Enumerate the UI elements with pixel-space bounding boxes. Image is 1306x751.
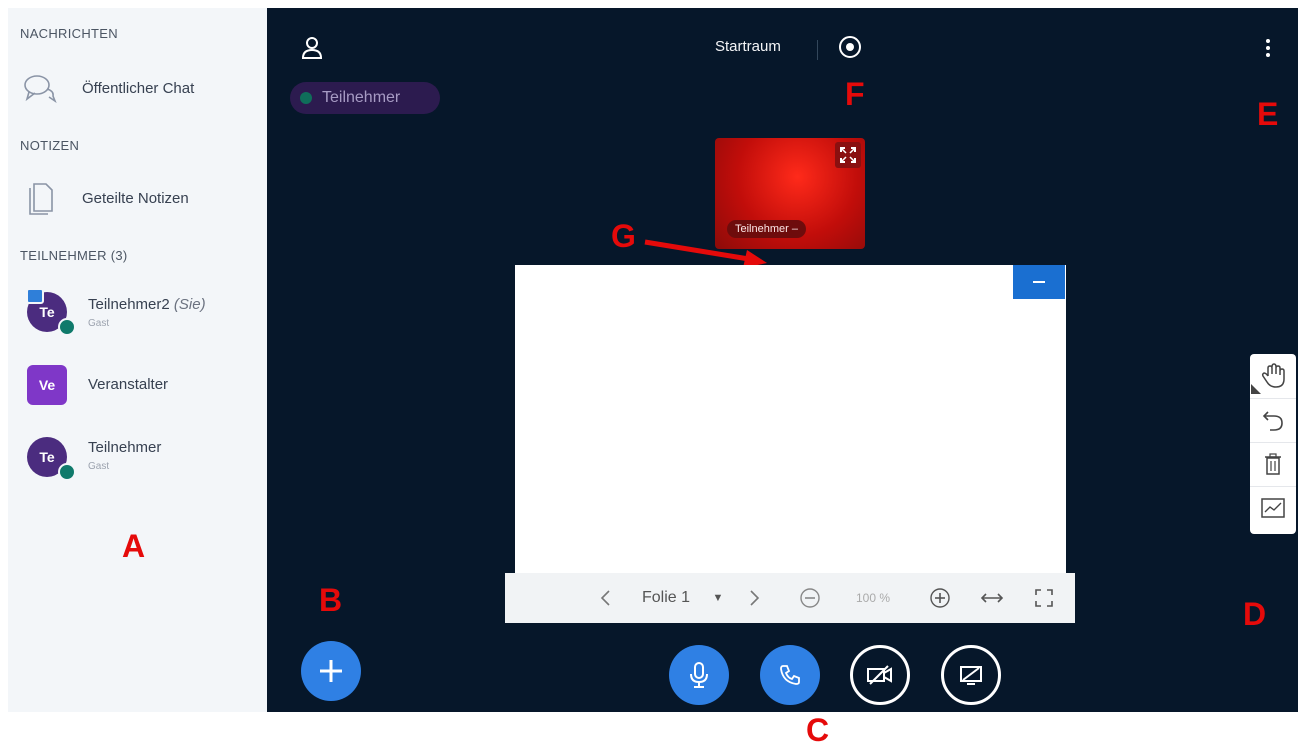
marker-g: G: [611, 218, 636, 254]
chevron-left-icon: [600, 590, 610, 606]
clear-button[interactable]: [1250, 442, 1296, 487]
share-screen-button[interactable]: [941, 645, 1001, 705]
shared-notes-item[interactable]: Geteilte Notizen: [8, 176, 267, 220]
prev-slide-button[interactable]: [593, 573, 617, 623]
microphone-icon: [690, 662, 708, 688]
minimize-presentation-button[interactable]: [1013, 265, 1065, 299]
record-icon[interactable]: [839, 36, 861, 58]
talking-dot: [300, 92, 312, 104]
next-slide-button[interactable]: [743, 573, 767, 623]
room-title: Startraum: [715, 38, 781, 55]
fullscreen-button[interactable]: [1029, 573, 1059, 623]
undo-icon: [1262, 411, 1283, 431]
fit-width-icon: [980, 593, 1004, 603]
multiuser-whiteboard-button[interactable]: [1250, 486, 1296, 530]
user-icon[interactable]: [301, 36, 323, 65]
presentation-toolbar: Folie 1 ▼ 100 %: [505, 573, 1075, 623]
marker-b: B: [319, 582, 343, 618]
marker-c: C: [806, 712, 830, 748]
user-name: Veranstalter: [88, 376, 169, 393]
zoom-out-icon: [800, 588, 820, 608]
chat-icon: [20, 68, 60, 108]
presenter-badge-icon: [26, 288, 44, 304]
messages-section-title: NACHRICHTEN: [20, 26, 118, 41]
slide-selector-label[interactable]: Folie 1: [633, 573, 699, 623]
zoom-out-button[interactable]: [795, 573, 825, 623]
user-list-item[interactable]: Te Teilnehmer2 (Sie) Gast: [8, 288, 267, 338]
user-list-item[interactable]: Te Teilnehmer Gast: [8, 433, 267, 483]
hand-icon: [1261, 363, 1285, 388]
avatar: Ve: [27, 365, 67, 405]
presentation-slide[interactable]: [515, 265, 1066, 575]
status-badge: [58, 318, 76, 336]
public-chat-item[interactable]: Öffentlicher Chat: [8, 66, 267, 110]
status-badge: [58, 463, 76, 481]
whiteboard-toolbar: [1250, 354, 1296, 534]
leave-audio-button[interactable]: [760, 645, 820, 705]
phone-icon: [780, 665, 800, 685]
trash-icon: [1265, 453, 1281, 475]
actions-plus-button[interactable]: [301, 641, 361, 701]
kebab-menu-icon[interactable]: [1263, 36, 1273, 62]
marker-f: F: [845, 76, 865, 112]
plus-icon: [320, 660, 342, 682]
share-webcam-button[interactable]: [850, 645, 910, 705]
multiuser-icon: [1261, 498, 1285, 518]
user-name: Teilnehmer: [88, 439, 162, 456]
undo-button[interactable]: [1250, 398, 1296, 443]
talking-name: Teilnehmer: [322, 89, 401, 106]
camera-off-icon: [867, 665, 892, 685]
marker-a: A: [122, 528, 146, 564]
slide-dropdown-caret[interactable]: ▼: [709, 573, 727, 623]
marker-d: D: [1243, 596, 1267, 632]
you-indicator: (Sie): [173, 296, 206, 313]
webcam-video[interactable]: Teilnehmer –: [715, 138, 865, 249]
sidebar: NACHRICHTEN Öffentlicher Chat NOTIZEN Ge…: [8, 8, 267, 712]
screenshare-off-icon: [960, 666, 982, 685]
zoom-in-icon: [930, 588, 950, 608]
expand-icon[interactable]: [835, 142, 861, 168]
zoom-in-button[interactable]: [925, 573, 955, 623]
hand-tool-button[interactable]: [1250, 354, 1296, 399]
chevron-right-icon: [750, 590, 760, 606]
mute-microphone-button[interactable]: [669, 645, 729, 705]
fullscreen-icon: [1035, 589, 1053, 607]
corner-triangle-icon: [1251, 384, 1261, 394]
divider: [817, 40, 818, 60]
user-name: Teilnehmer2 (Sie): [88, 296, 206, 313]
user-list-item[interactable]: Ve Veranstalter: [8, 363, 267, 413]
main-area: Teilnehmer Startraum F E Teilnehmer – G …: [267, 8, 1298, 712]
shared-notes-label: Geteilte Notizen: [82, 189, 189, 207]
notes-section-title: NOTIZEN: [20, 138, 80, 153]
marker-e: E: [1257, 96, 1279, 132]
notes-icon: [20, 178, 60, 218]
user-role: Gast: [88, 461, 110, 472]
user-role: Gast: [88, 318, 110, 329]
zoom-level: 100 %: [855, 591, 891, 605]
minimize-icon: [1033, 281, 1045, 283]
talking-indicator[interactable]: Teilnehmer: [290, 82, 440, 114]
public-chat-label: Öffentlicher Chat: [82, 79, 195, 97]
fit-width-button[interactable]: [977, 573, 1007, 623]
participants-section-title: TEILNEHMER (3): [20, 248, 128, 263]
